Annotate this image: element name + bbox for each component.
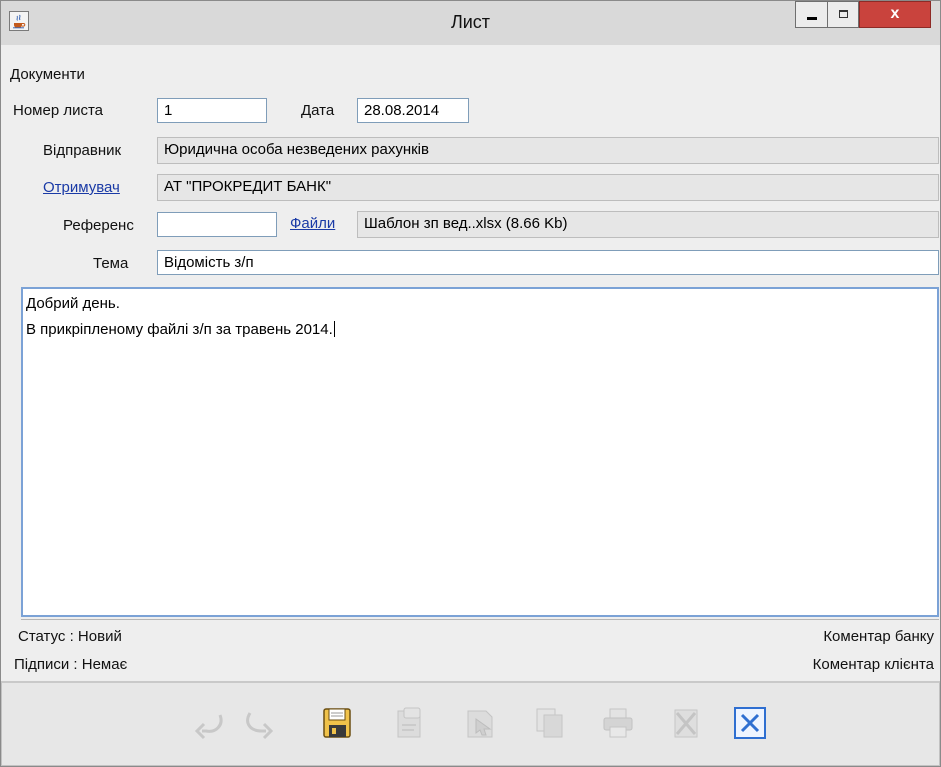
subject-label: Тема xyxy=(93,255,129,272)
recipient-field: АТ "ПРОКРЕДИТ БАНК" xyxy=(157,174,939,201)
title-bar[interactable]: Лист x xyxy=(1,1,940,45)
copy-button[interactable] xyxy=(532,705,568,741)
message-body-textarea[interactable]: Добрий день. В прикріпленому файлі з/п з… xyxy=(21,287,939,617)
close-glyph: x xyxy=(890,5,900,22)
sender-field: Юридична особа незведених рахунків xyxy=(157,137,939,164)
signatures-text: Підписи : Немає xyxy=(14,656,128,673)
print-button[interactable] xyxy=(600,705,636,741)
bank-comment-link[interactable]: Коментар банку xyxy=(823,628,934,645)
close-document-button[interactable] xyxy=(732,705,768,741)
redo-button[interactable] xyxy=(240,707,276,743)
number-field[interactable]: 1 xyxy=(157,98,267,123)
message-line: В прикріпленому файлі з/п за травень 201… xyxy=(26,317,934,343)
date-label: Дата xyxy=(301,102,335,119)
subject-field[interactable]: Відомість з/п xyxy=(157,250,939,275)
copy-icon xyxy=(536,708,563,738)
save-button[interactable] xyxy=(320,705,356,741)
close-icon xyxy=(734,707,766,739)
divider xyxy=(21,619,939,620)
delete-button[interactable] xyxy=(668,705,704,741)
status-text: Статус : Новий xyxy=(18,628,122,645)
minimize-icon xyxy=(807,17,817,20)
minimize-button[interactable] xyxy=(795,1,827,28)
text-caret xyxy=(333,321,335,337)
window-close-button[interactable]: x xyxy=(859,1,931,28)
reference-field[interactable] xyxy=(157,212,277,237)
undo-icon xyxy=(194,714,223,740)
redo-icon xyxy=(246,712,274,740)
delete-icon xyxy=(674,709,698,738)
maximize-icon xyxy=(839,10,848,18)
sign-button[interactable] xyxy=(392,705,428,741)
maximize-button[interactable] xyxy=(827,1,859,28)
print-icon xyxy=(603,708,633,738)
send-button[interactable] xyxy=(462,705,498,741)
message-text: В прикріпленому файлі з/п за травень 201… xyxy=(26,321,333,338)
client-comment-link[interactable]: Коментар клієнта xyxy=(813,656,934,673)
undo-button[interactable] xyxy=(192,707,228,743)
date-field[interactable]: 28.08.2014 xyxy=(357,98,469,123)
menu-documents[interactable]: Документи xyxy=(10,66,85,83)
letter-window: Лист x Документи Номер листа 1 Дата 28.0… xyxy=(0,0,941,767)
files-field: Шаблон зп вед..xlsx (8.66 Kb) xyxy=(357,211,939,238)
message-line: Добрий день. xyxy=(26,295,120,312)
send-icon xyxy=(467,710,493,738)
recipient-link[interactable]: Отримувач xyxy=(43,179,120,196)
sender-label: Відправник xyxy=(43,142,122,159)
sign-icon xyxy=(397,707,421,738)
reference-label: Референс xyxy=(63,217,134,234)
toolbar xyxy=(1,681,940,766)
files-link[interactable]: Файли xyxy=(290,215,335,232)
number-label: Номер листа xyxy=(13,102,104,119)
save-icon xyxy=(323,708,351,738)
